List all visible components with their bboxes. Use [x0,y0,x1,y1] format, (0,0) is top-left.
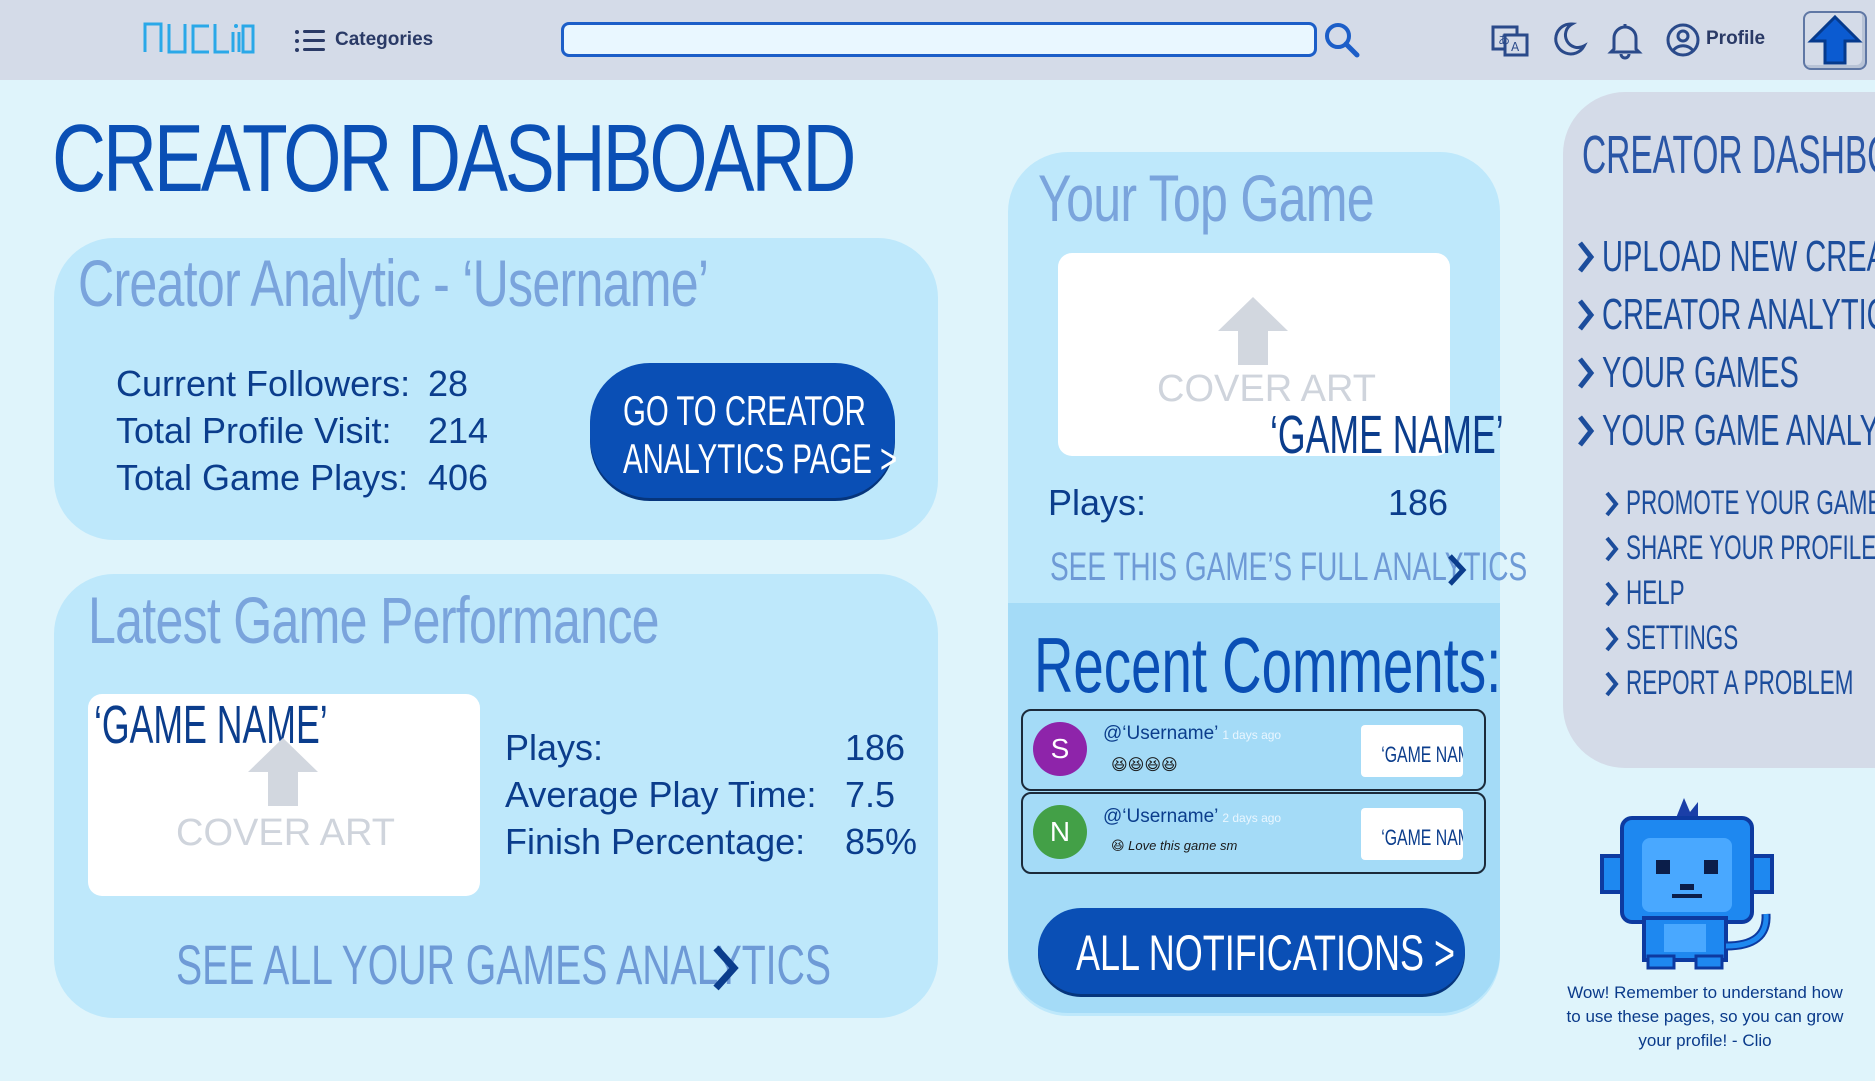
game-plays-value: 406 [428,457,489,498]
sidebar-item-report-a-problem[interactable]: REPORT A PROBLEM [1604,664,1875,703]
chevron-right-icon [1605,626,1619,651]
comment-item[interactable]: S @‘Username’ 1 days ago 😆😆😆😆 ‘GAME NAME’ [1021,709,1486,791]
latest-plays-label: Plays: [505,727,604,768]
followers-label: Current Followers: [116,363,411,404]
latest-cover-art-text: COVER ART [176,812,395,854]
sidebar-item-your-games[interactable]: YOUR GAMES [1576,348,1875,398]
sidebar-item-your-game-analytics[interactable]: YOUR GAME ANALYTICS [1576,406,1875,456]
cover-placeholder-arrow-icon [1218,297,1288,365]
mascot-message: Wow! Remember to understand how to use t… [1566,983,1844,1050]
comment-body: 😆 Love this game sm [1111,838,1238,853]
sidebar-item-label: PROMOTE YOUR GAME [1626,484,1875,522]
chevron-right-icon [713,945,739,991]
game-plays-label: Total Game Plays: [116,457,409,498]
sidebar-item-label: YOUR GAME ANALYTICS [1602,406,1875,455]
user-circle-icon[interactable] [1663,20,1703,60]
cover-placeholder-arrow-icon [248,738,318,806]
comment-body: 😆😆😆😆 [1111,757,1178,774]
search-input[interactable] [561,22,1317,57]
comment-game-tag[interactable]: ‘GAME NAME’ [1361,725,1463,777]
latest-game-title: Latest Game Performance [88,583,660,657]
top-game-name: ‘GAME NAME’ [1270,405,1504,465]
logo-glyphs [143,22,255,54]
profile-visits-label: Total Profile Visit: [116,410,392,451]
comment-timestamp: 1 days ago [1222,728,1282,742]
sidebar-title: CREATOR DASHBOARD [1582,125,1875,185]
upload-arrow-icon [1807,14,1863,65]
profile-visits-value: 214 [428,410,489,451]
bell-icon[interactable] [1605,20,1645,60]
profile-label[interactable]: Profile [1706,28,1765,50]
button-line-2: ANALYTICS PAGE > [623,435,898,482]
sidebar-item-label: UPLOAD NEW CREATION [1602,232,1875,281]
page-title: CREATOR DASHBOARD [52,105,856,212]
comment-game-name: ‘GAME NAME’ [1381,742,1463,767]
comment-item[interactable]: N @‘Username’ 2 days ago 😆 Love this game… [1021,792,1486,874]
sidebar-item-label: SETTINGS [1626,619,1739,657]
sidebar-item-help[interactable]: HELP [1604,574,1715,613]
sidebar-item-settings[interactable]: SETTINGS [1604,619,1796,658]
sidebar-item-upload-new-creation[interactable]: UPLOAD NEW CREATION [1576,232,1875,282]
comment-username[interactable]: @‘Username’ 1 days ago [1103,723,1281,745]
sidebar-item-creator-analytics[interactable]: CREATOR ANALYTICS [1576,290,1875,340]
top-bar: nucliio Categories あ A Profile [0,0,1875,80]
chevron-right-icon [1605,536,1619,561]
chevron-right-icon [1578,241,1595,273]
chevron-right-icon [1578,357,1595,389]
translate-icon[interactable]: あ A [1490,20,1530,60]
comment-user-handle[interactable]: @‘Username’ [1103,723,1218,744]
top-game-title: Your Top Game [1038,161,1375,235]
sidebar-item-promote-your-game[interactable]: PROMOTE YOUR GAME [1604,484,1875,523]
finish-percentage-value: 85% [845,821,918,862]
chevron-right-icon [1605,581,1619,606]
search-icon[interactable] [1322,20,1362,60]
comment-game-name: ‘GAME NAME’ [1381,825,1463,850]
chevron-right-icon [1578,415,1595,447]
svg-text:あ: あ [1498,33,1510,47]
followers-value: 28 [428,363,469,404]
avg-play-time-value: 7.5 [845,774,896,815]
list-icon [295,27,325,53]
sidebar-item-share-your-profile[interactable]: SHARE YOUR PROFILE [1604,529,1875,568]
comment-game-tag[interactable]: ‘GAME NAME’ [1361,808,1463,860]
all-notifications-label: ALL NOTIFICATIONS > [1076,925,1456,981]
moon-icon[interactable] [1548,20,1588,60]
avatar[interactable]: S [1033,722,1087,776]
creator-analytics-title: Creator Analytic - ‘Username’ [78,246,709,320]
avatar[interactable]: N [1033,805,1087,859]
svg-text:A: A [1511,40,1520,54]
sidebar-item-label: YOUR GAMES [1602,348,1799,397]
latest-plays-value: 186 [845,727,906,768]
sidebar-item-label: CREATOR ANALYTICS [1602,290,1875,339]
finish-percentage-label: Finish Percentage: [505,821,806,862]
categories-label: Categories [335,29,434,50]
top-plays-label: Plays: [1048,482,1147,523]
comment-user-handle[interactable]: @‘Username’ [1103,806,1218,827]
comment-timestamp: 2 days ago [1222,811,1282,825]
chevron-right-icon [1605,491,1619,516]
chevron-right-icon [1448,554,1467,586]
comment-username[interactable]: @‘Username’ 2 days ago [1103,806,1281,828]
site-logo[interactable]: nucliio [143,20,255,63]
button-line-1: GO TO CREATOR [623,387,866,434]
chevron-right-icon [1578,299,1595,331]
sidebar-item-label: SHARE YOUR PROFILE [1626,529,1875,567]
avg-play-time-label: Average Play Time: [505,774,817,815]
creator-analytics-page-button[interactable]: GO TO CREATOR ANALYTICS PAGE > [590,363,898,498]
chevron-right-icon [1605,671,1619,696]
all-notifications-button[interactable]: ALL NOTIFICATIONS > [1038,908,1465,994]
recent-comments-title: Recent Comments: [1034,621,1502,709]
top-plays-value: 186 [1388,482,1449,523]
sidebar-item-label: REPORT A PROBLEM [1626,664,1854,702]
sidebar-item-label: HELP [1626,574,1685,612]
categories-menu-button[interactable]: Categories [295,24,433,56]
clio-mascot-icon [1600,798,1774,970]
upload-button[interactable] [1803,11,1867,70]
